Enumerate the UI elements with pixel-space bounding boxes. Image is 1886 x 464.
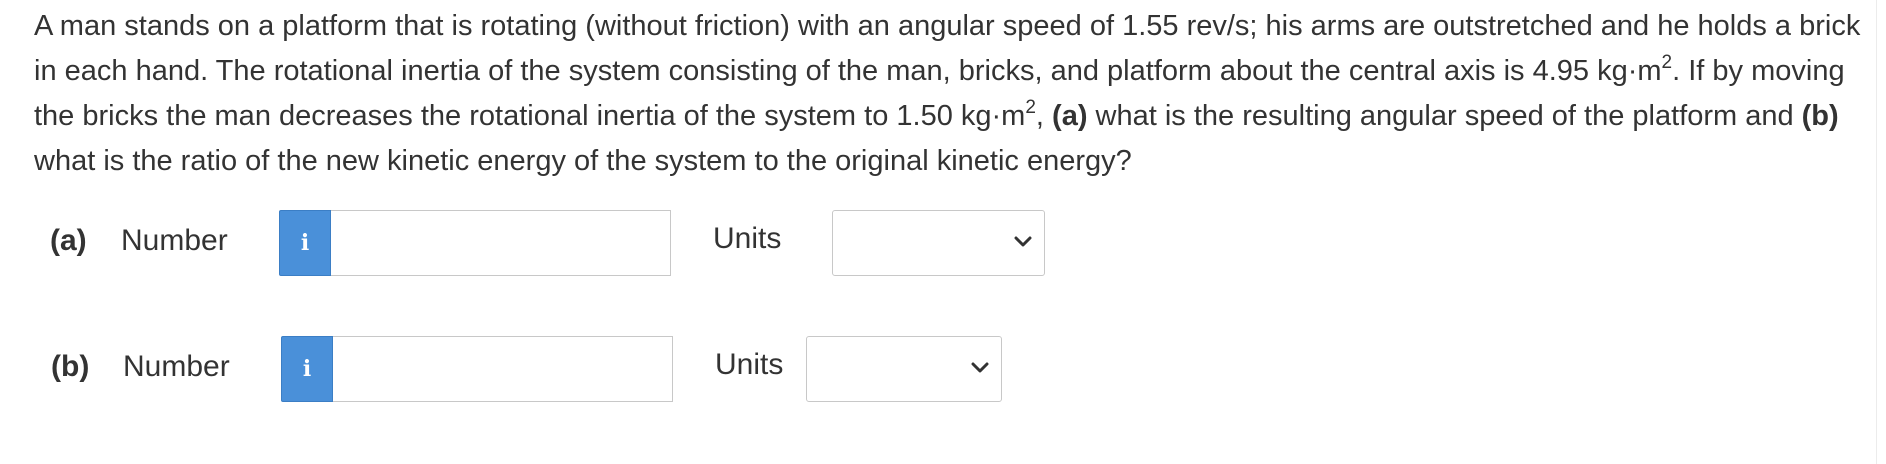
units-select[interactable] [806,336,1002,402]
answer-row-b: (b) Number i Units [0,336,1200,402]
info-icon: i [300,230,310,256]
units-label: Units [713,222,782,255]
question-intro: A man stands on a platform that is rotat… [34,10,1861,87]
question-frame: A man stands on a platform that is rotat… [0,0,1877,464]
units-label: Units [715,348,784,381]
part-label: (a) [50,224,87,257]
chevron-down-icon [971,362,989,373]
part-a-marker: (a) [1052,100,1088,132]
number-label: Number [123,350,230,383]
number-input[interactable] [333,336,673,402]
part-a-text: what is the resulting angular speed of t… [1087,100,1802,132]
answer-row-a: (a) Number i Units [0,210,1200,276]
part-label: (b) [51,350,90,383]
number-label: Number [121,224,228,257]
chevron-down-icon [1014,236,1032,247]
number-input[interactable] [331,210,671,276]
info-button[interactable]: i [281,336,333,402]
info-icon: i [302,356,312,382]
part-b-marker: (b) [1801,100,1839,132]
units-select[interactable] [832,210,1045,276]
exponent: 2 [1025,97,1036,118]
question-mid2: , [1035,100,1053,132]
question-text: A man stands on a platform that is rotat… [34,4,1864,184]
info-button[interactable]: i [279,210,331,276]
part-b-text: what is the ratio of the new kinetic ene… [34,145,1132,177]
exponent: 2 [1661,52,1673,73]
